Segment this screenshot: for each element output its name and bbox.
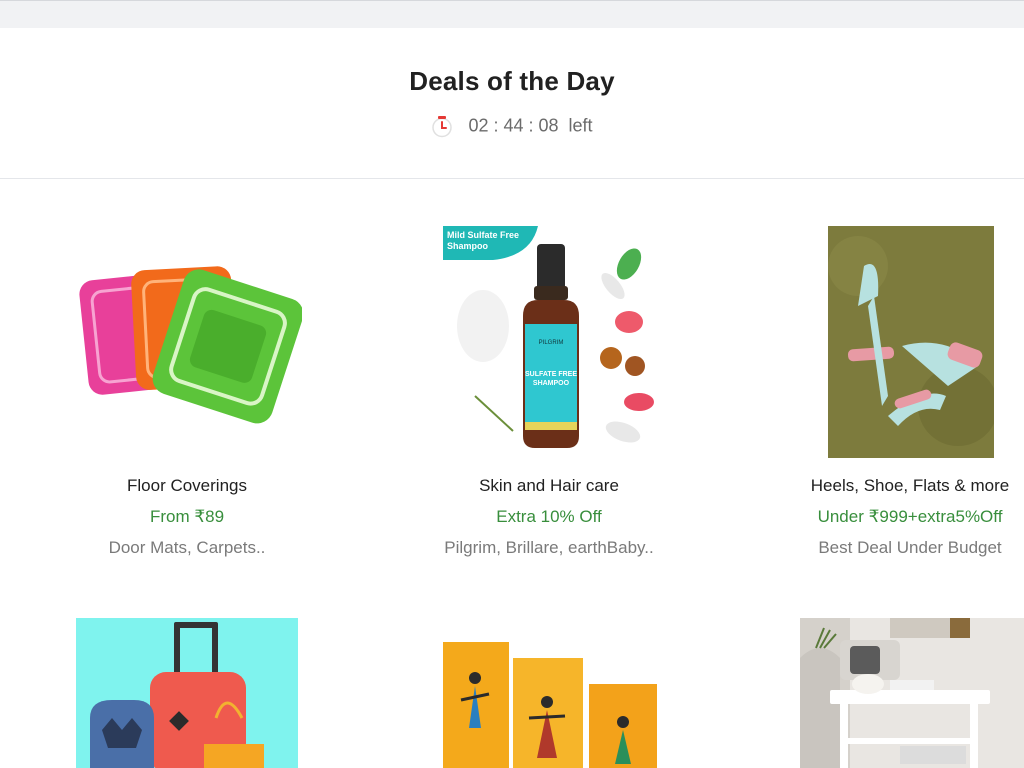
product-text-1: SULFATE FREE bbox=[525, 371, 577, 378]
section-title: Deals of the Day bbox=[409, 66, 615, 96]
floor-coverings-image[interactable] bbox=[76, 226, 302, 458]
deal-subtitle[interactable]: Best Deal Under Budget bbox=[740, 538, 1024, 558]
wall-art-image[interactable] bbox=[439, 638, 661, 768]
luggage-image[interactable] bbox=[76, 618, 298, 768]
deal-name[interactable]: Heels, Shoe, Flats & more bbox=[740, 476, 1024, 496]
deals-header: Deals of the Day 02 : 44 : 08 left bbox=[0, 28, 1024, 179]
timer-suffix: left bbox=[568, 115, 593, 136]
stopwatch-icon bbox=[431, 114, 453, 138]
deal-subtitle[interactable]: Pilgrim, Brillare, earthBaby.. bbox=[379, 538, 719, 558]
deal-offer[interactable]: Under ₹999+extra5%Off bbox=[740, 507, 1024, 527]
product-text-2: SHAMPOO bbox=[533, 380, 570, 387]
deal-card-wall-art[interactable] bbox=[379, 618, 719, 768]
deal-card-heels-shoes[interactable]: Heels, Shoe, Flats & more Under ₹999+ext… bbox=[740, 226, 1024, 566]
deal-card-furniture[interactable] bbox=[740, 618, 1024, 768]
shampoo-image[interactable]: Mild Sulfate Free Shampoo PILGRIM SULFAT… bbox=[443, 226, 655, 458]
heels-image[interactable] bbox=[828, 226, 994, 458]
timer-value: 02 : 44 : 08 bbox=[468, 115, 559, 136]
brand-text: PILGRIM bbox=[539, 340, 564, 346]
furniture-image[interactable] bbox=[800, 618, 1024, 768]
deal-name[interactable]: Floor Coverings bbox=[17, 476, 357, 496]
deal-offer[interactable]: From ₹89 bbox=[17, 507, 357, 527]
top-band bbox=[0, 0, 1024, 28]
deal-card-floor-coverings[interactable]: Floor Coverings From ₹89 Door Mats, Carp… bbox=[17, 226, 357, 566]
badge-text-1: Mild Sulfate Free bbox=[447, 230, 519, 240]
deal-card-luggage[interactable] bbox=[17, 618, 357, 768]
badge-text-2: Shampoo bbox=[447, 241, 489, 251]
deal-offer[interactable]: Extra 10% Off bbox=[379, 507, 719, 527]
deal-card-skin-hair-care[interactable]: Mild Sulfate Free Shampoo PILGRIM SULFAT… bbox=[379, 226, 719, 566]
deal-name[interactable]: Skin and Hair care bbox=[379, 476, 719, 496]
deal-subtitle[interactable]: Door Mats, Carpets.. bbox=[17, 538, 357, 558]
countdown-timer: 02 : 44 : 08 left bbox=[0, 114, 1024, 138]
